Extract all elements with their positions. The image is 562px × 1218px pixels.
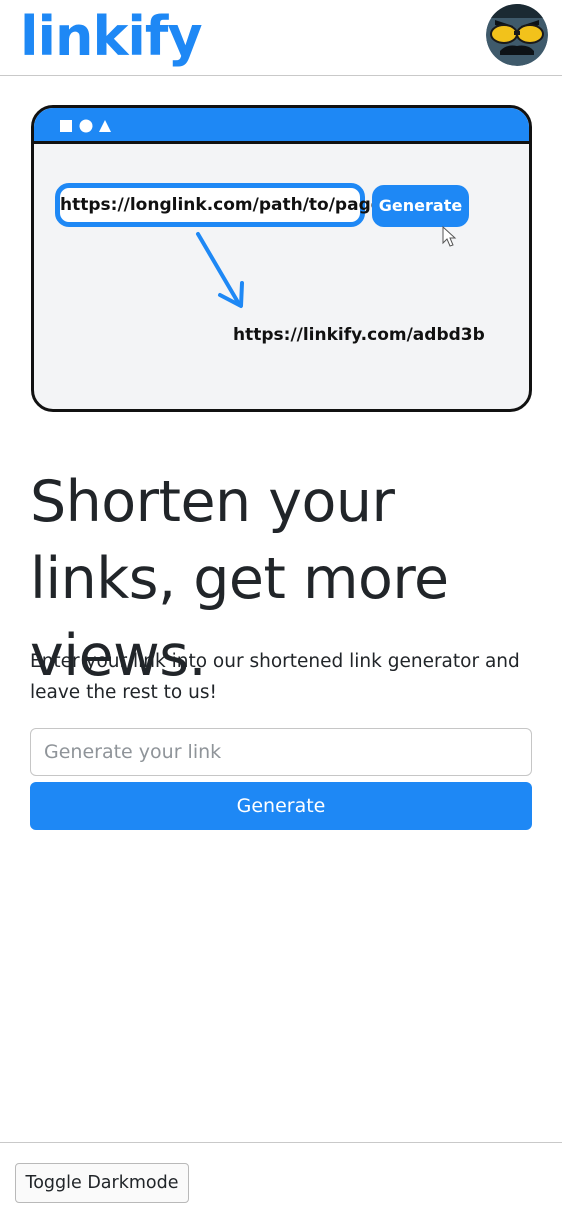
mouse-cursor-icon	[442, 225, 457, 247]
brand-logo[interactable]: linkify	[20, 2, 203, 72]
link-input[interactable]	[30, 728, 532, 776]
footer: Toggle Darkmode	[0, 1142, 562, 1218]
generate-button[interactable]: Generate	[30, 782, 532, 830]
toggle-darkmode-button[interactable]: Toggle Darkmode	[15, 1163, 189, 1203]
hero-illustration: https://longlink.com/path/to/page Genera…	[31, 105, 532, 412]
user-avatar[interactable]	[486, 4, 548, 66]
navbar: linkify	[0, 0, 562, 76]
illustration-short-url: https://linkify.com/adbd3b	[233, 325, 485, 345]
arrow-down-right-icon	[196, 232, 244, 308]
sunglasses-face-avatar-icon	[486, 4, 548, 66]
hero-lead-text: Enter your link into our shortened link …	[30, 651, 520, 703]
